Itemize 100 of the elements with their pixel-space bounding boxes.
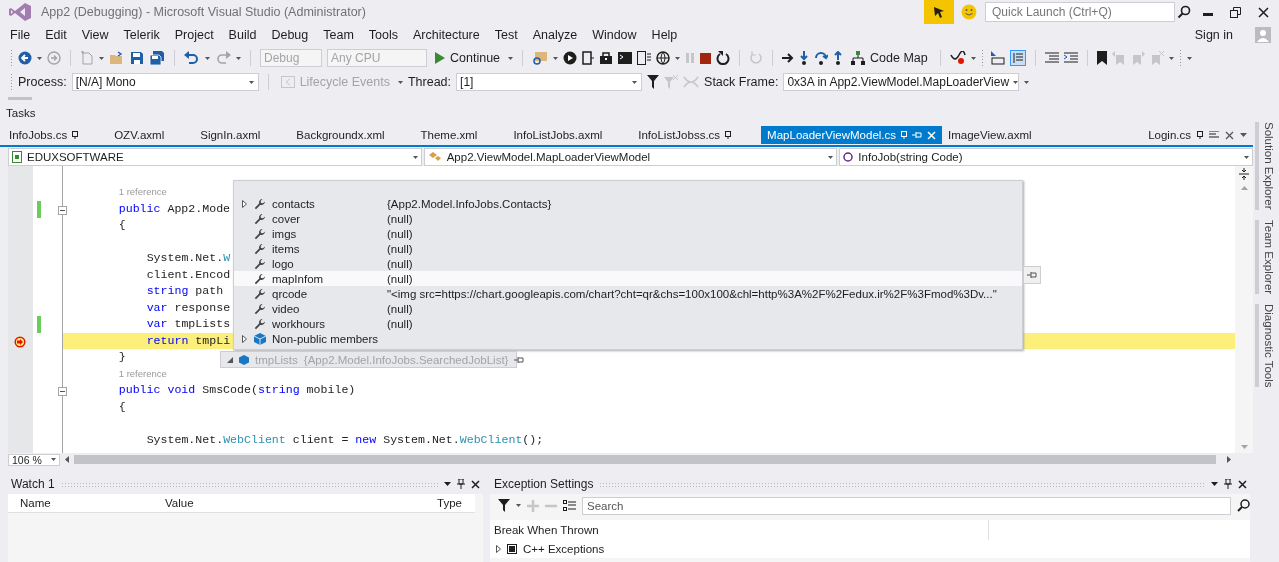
expand-icon[interactable]	[241, 199, 247, 208]
tasks-tab[interactable]: Tasks	[6, 107, 36, 119]
caret-icon[interactable]	[508, 56, 514, 60]
data-tip-row[interactable]: items (null)	[234, 241, 1022, 256]
comment-lines-icon[interactable]	[1063, 52, 1078, 64]
menu-item[interactable]: View	[74, 25, 117, 45]
right-arrow-icon[interactable]	[782, 52, 795, 64]
collapse-arrow-icon[interactable]	[227, 356, 233, 363]
caret-icon[interactable]	[37, 56, 42, 60]
data-tip-row[interactable]: cover (null)	[234, 211, 1022, 226]
pin-icon[interactable]	[1224, 479, 1232, 489]
menu-item[interactable]: Build	[221, 25, 265, 45]
data-tip-row[interactable]: qrcode "<img src=https://chart.googleapis.com/chart?cht=qr&chs=100x100&chl=http%3A%2F%2Fedux.ir%2F%3Fmod%3Dv..."	[234, 286, 1022, 301]
document-tab[interactable]: OZV.axml	[108, 126, 195, 144]
data-tip-row[interactable]: contacts {App2.Model.InfoJobs.Contacts}	[234, 196, 1022, 211]
show-next-statement-icon[interactable]	[988, 51, 1005, 65]
quick-launch-field[interactable]: Quick Launch (Ctrl+Q)	[985, 2, 1175, 22]
save-icon[interactable]	[130, 51, 144, 65]
menu-item[interactable]: File	[3, 25, 39, 45]
caret-icon[interactable]	[1168, 56, 1174, 60]
save-all-icon[interactable]	[149, 51, 165, 65]
data-tip-row[interactable]: workhours (null)	[234, 316, 1022, 331]
column-header[interactable]: Type	[425, 497, 475, 509]
bookmark-icon[interactable]	[1096, 51, 1107, 65]
step-out-icon[interactable]	[833, 51, 844, 65]
caret-icon[interactable]	[553, 56, 559, 60]
code-map-button[interactable]: Code Map	[848, 48, 931, 68]
navigation-dropdown[interactable]: InfoJob(string Code)	[839, 148, 1253, 166]
stack-frame-dropdown[interactable]: 0x3A in App2.ViewModel.MapLoaderView	[783, 73, 1020, 91]
step-into-icon[interactable]	[799, 51, 810, 65]
data-tip-row[interactable]: video (null)	[234, 301, 1022, 316]
menu-item[interactable]: Edit	[38, 25, 75, 45]
caret-icon[interactable]	[675, 56, 681, 60]
overflow-icon[interactable]	[1209, 131, 1219, 139]
navigation-dropdown[interactable]: App2.ViewModel.MapLoaderViewModel	[423, 148, 838, 166]
restart-icon[interactable]	[716, 51, 731, 65]
caret-icon[interactable]	[516, 504, 521, 507]
document-tab[interactable]: Theme.xml	[414, 126, 508, 144]
side-panel-tab[interactable]: Team Explorer	[1255, 219, 1277, 294]
menu-item[interactable]: Tools	[361, 25, 406, 45]
caret-icon[interactable]	[51, 458, 56, 461]
horizontal-scrollbar[interactable]	[74, 455, 1216, 464]
open-folder-icon[interactable]	[109, 51, 125, 65]
column-header[interactable]: Value	[153, 497, 425, 509]
console-icon[interactable]	[618, 51, 633, 65]
filter-icon[interactable]	[498, 499, 510, 512]
menu-item[interactable]: Debug	[264, 25, 317, 45]
caret-icon[interactable]	[970, 56, 976, 60]
step-over-icon[interactable]	[814, 51, 829, 65]
exception-category[interactable]: C++ Exceptions	[523, 543, 605, 555]
restore-icon[interactable]	[1230, 6, 1241, 18]
navigation-dropdown[interactable]: EDUXSOFTWARE	[8, 148, 422, 166]
expand-icon[interactable]	[241, 334, 247, 343]
caret-icon[interactable]	[236, 56, 241, 60]
menu-item[interactable]: Team	[316, 25, 362, 45]
dropdown-icon[interactable]	[1240, 133, 1247, 137]
menu-item[interactable]: Help	[644, 25, 686, 45]
checkbox[interactable]	[507, 544, 517, 554]
caret-icon[interactable]	[828, 155, 834, 159]
pin-icon[interactable]	[457, 479, 465, 489]
document-tab[interactable]: ImageView.axml	[942, 126, 1062, 144]
caret-icon[interactable]	[1244, 155, 1249, 159]
pin-button[interactable]	[1023, 266, 1041, 284]
search-field[interactable]: Search	[582, 496, 1231, 515]
split-view-icon[interactable]	[1009, 50, 1026, 66]
menu-item[interactable]: Telerik	[116, 25, 168, 45]
thread-dropdown[interactable]: [1]	[456, 73, 643, 91]
play-circle-icon[interactable]	[563, 51, 578, 65]
stop-icon[interactable]	[700, 52, 712, 64]
close-icon[interactable]	[1225, 130, 1234, 140]
sign-in-link[interactable]: Sign in	[1194, 28, 1233, 42]
expand-icon[interactable]	[496, 545, 501, 553]
caret-icon[interactable]	[632, 80, 638, 84]
dropdown-icon[interactable]	[1211, 482, 1218, 486]
close-icon[interactable]	[1238, 479, 1247, 489]
dropdown-icon[interactable]	[444, 482, 451, 486]
pin-icon[interactable]	[1197, 131, 1203, 139]
document-tab[interactable]: InfoListJobss.cs	[632, 126, 762, 144]
split-icon[interactable]	[1239, 168, 1249, 180]
column-header[interactable]: Name	[8, 497, 153, 509]
indent-lines-icon[interactable]	[1044, 52, 1059, 64]
close-icon[interactable]	[471, 479, 480, 489]
caret-icon[interactable]	[1186, 56, 1192, 60]
undo-icon[interactable]	[184, 51, 200, 65]
search-icon[interactable]	[1237, 499, 1250, 512]
menu-item[interactable]: Project	[167, 25, 222, 45]
device-icon[interactable]	[582, 51, 595, 65]
collapse-icon[interactable]	[58, 205, 67, 215]
preview-tab[interactable]: Login.cs	[1148, 129, 1191, 141]
notification-button[interactable]	[924, 0, 954, 24]
caret-icon[interactable]	[412, 155, 418, 159]
caret-icon[interactable]	[248, 80, 254, 84]
data-tip-row[interactable]: Non-public members	[234, 331, 1022, 346]
collapse-icon[interactable]	[58, 387, 67, 396]
smiley-icon[interactable]	[961, 4, 977, 20]
menu-item[interactable]: Architecture	[406, 25, 488, 45]
breakpoints-icon[interactable]	[949, 51, 966, 65]
scroll-right-icon[interactable]	[1227, 456, 1231, 463]
caret-icon[interactable]	[205, 56, 210, 60]
menu-item[interactable]: Analyze	[525, 25, 586, 45]
